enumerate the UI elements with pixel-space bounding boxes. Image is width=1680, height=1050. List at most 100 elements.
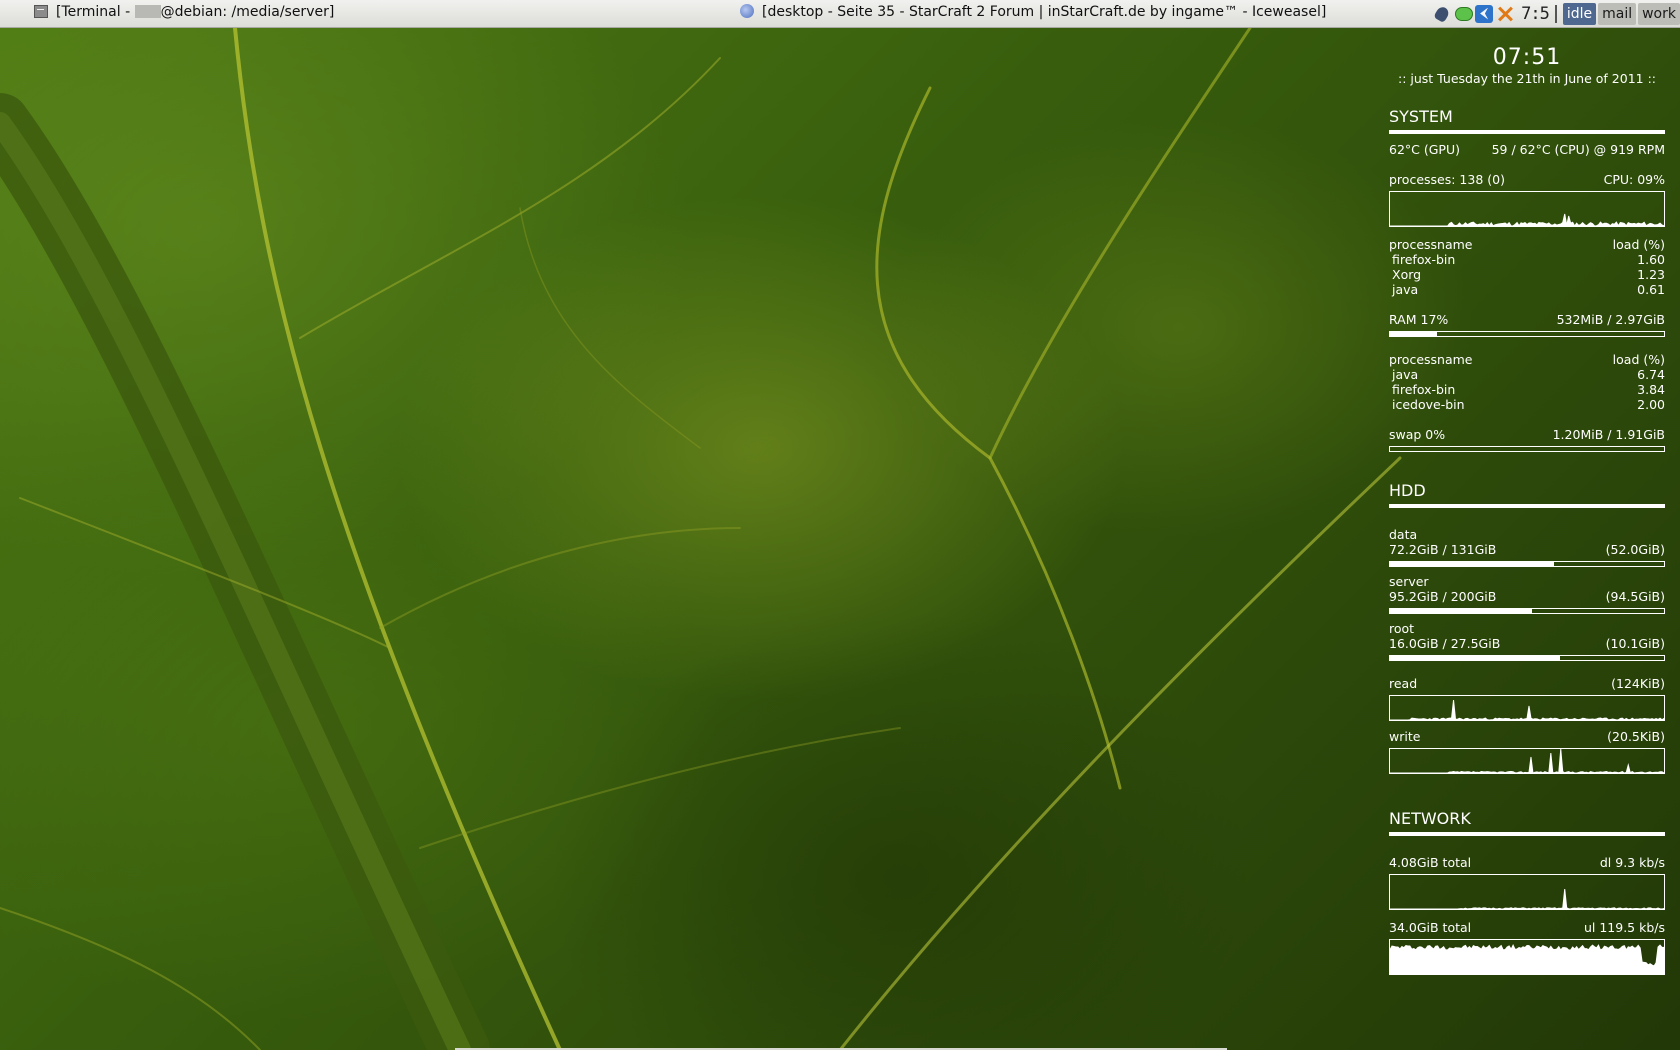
disk-usage: 16.0GiB / 27.5GiB (1389, 636, 1501, 651)
list-item: java 6.74 (1389, 367, 1665, 382)
wrench-icon[interactable] (1433, 5, 1451, 23)
disk-write-graph (1389, 748, 1665, 774)
tag-work[interactable]: work (1638, 2, 1680, 25)
monitor-date: :: just Tuesday the 21th in June of 2011… (1398, 71, 1656, 86)
redacted-username (134, 5, 161, 18)
disk-name: server (1389, 574, 1429, 589)
system-monitor: 07:51 :: just Tuesday the 21th in June o… (1389, 45, 1665, 975)
system-tray: 7:5 idle mail work (1433, 0, 1680, 27)
terminal-title-suffix: @debian: /media/server] (160, 4, 335, 20)
taskbar-item-terminal[interactable]: [Terminal - @debian: /media/server] (34, 0, 334, 27)
ram-label: RAM 17% (1389, 312, 1449, 327)
cpu-proc-header: processname load (%) (1389, 237, 1665, 252)
process-load: 2.00 (1637, 397, 1665, 412)
disk-usage: 95.2GiB / 200GiB (1389, 589, 1497, 604)
disk-data: data 72.2GiB / 131GiB (52.0GiB) (1389, 527, 1665, 567)
upload-rate: ul 119.5 kb/s (1583, 920, 1665, 935)
disk-bar-fill (1390, 609, 1533, 613)
tag-mail[interactable]: mail (1598, 2, 1637, 25)
section-rule (1389, 504, 1665, 508)
ram-value: 532MiB / 2.97GiB (1556, 312, 1665, 327)
cpu-graph (1389, 191, 1665, 227)
terminal-icon (34, 5, 48, 18)
mem-proc-header-name: processname (1389, 352, 1473, 367)
process-name: firefox-bin (1392, 252, 1456, 267)
browser-icon (740, 4, 754, 18)
upload-row: 34.0GiB total ul 119.5 kb/s (1389, 920, 1665, 935)
process-load: 6.74 (1637, 367, 1665, 382)
cpu-proc-header-load: load (%) (1612, 237, 1665, 252)
ram-row: RAM 17% 532MiB / 2.97GiB (1389, 312, 1665, 327)
process-load: 0.61 (1637, 282, 1665, 297)
list-item: icedove-bin 2.00 (1389, 397, 1665, 412)
disk-free: (10.1GiB) (1605, 636, 1665, 651)
cpu-proc-header-name: processname (1389, 237, 1473, 252)
upload-total: 34.0GiB total (1389, 920, 1472, 935)
section-title-network: NETWORK (1389, 809, 1471, 828)
tray-clock[interactable]: 7:5 (1521, 4, 1550, 24)
process-name: java (1392, 282, 1419, 297)
disk-read-graph (1389, 695, 1665, 721)
cross-icon[interactable] (1496, 5, 1514, 23)
process-count-row: processes: 138 (0) CPU: 09% (1389, 172, 1665, 187)
disk-free: (94.5GiB) (1605, 589, 1665, 604)
taskbar-item-browser[interactable]: [desktop - Seite 35 - StarCraft 2 Forum … (740, 0, 1326, 27)
terminal-title-prefix: [Terminal - (56, 4, 135, 20)
download-rate: dl 9.3 kb/s (1599, 855, 1665, 870)
process-name: firefox-bin (1392, 382, 1456, 397)
disk-bar-fill (1390, 562, 1555, 566)
download-total: 4.08GiB total (1389, 855, 1472, 870)
section-title-system: SYSTEM (1389, 107, 1453, 126)
disk-write-graph-line (1390, 749, 1664, 773)
process-count: processes: 138 (0) (1389, 172, 1505, 187)
mem-proc-header: processname load (%) (1389, 352, 1665, 367)
disk-name: data (1389, 527, 1418, 542)
disk-write-row: write (20.5KiB) (1389, 729, 1665, 744)
section-rule (1389, 832, 1665, 836)
ram-bar (1389, 331, 1665, 337)
upload-graph-line (1390, 943, 1664, 974)
process-load: 1.23 (1637, 267, 1665, 282)
section-rule (1389, 130, 1665, 134)
download-graph (1389, 874, 1665, 910)
upload-graph (1389, 939, 1665, 975)
swap-row: swap 0% 1.20MiB / 1.91GiB (1389, 427, 1665, 442)
cpu-usage: CPU: 09% (1603, 172, 1665, 187)
disk-name: root (1389, 621, 1415, 636)
list-item: firefox-bin 3.84 (1389, 382, 1665, 397)
thunderbird-icon[interactable] (1475, 4, 1494, 23)
disk-read-label: read (1389, 676, 1418, 691)
process-load: 3.84 (1637, 382, 1665, 397)
process-name: icedove-bin (1392, 397, 1465, 412)
list-item: Xorg 1.23 (1389, 267, 1665, 282)
process-name: java (1392, 367, 1419, 382)
swap-bar (1389, 446, 1665, 452)
mem-proc-header-load: load (%) (1612, 352, 1665, 367)
disk-write-label: write (1389, 729, 1421, 744)
ram-bar-fill (1390, 332, 1437, 336)
temperature-row: 62°C (GPU) 59 / 62°C (CPU) @ 919 RPM (1389, 142, 1665, 157)
tag-idle[interactable]: idle (1562, 2, 1597, 25)
disk-write-value: (20.5KiB) (1607, 729, 1665, 744)
disk-read-value: (124KiB) (1611, 676, 1665, 691)
chat-icon[interactable] (1454, 5, 1474, 23)
cpu-graph-line (1390, 213, 1664, 226)
process-load: 1.60 (1637, 252, 1665, 267)
download-row: 4.08GiB total dl 9.3 kb/s (1389, 855, 1665, 870)
cpu-temp: 59 / 62°C (CPU) @ 919 RPM (1491, 142, 1665, 157)
browser-title: [desktop - Seite 35 - StarCraft 2 Forum … (762, 4, 1327, 20)
tray-separator (1554, 4, 1557, 23)
list-item: firefox-bin 1.60 (1389, 252, 1665, 267)
list-item: java 0.61 (1389, 282, 1665, 297)
top-panel: [Terminal - @debian: /media/server] [des… (0, 0, 1680, 28)
disk-read-row: read (124KiB) (1389, 676, 1665, 691)
swap-label: swap 0% (1389, 427, 1446, 442)
disk-read-graph-line (1390, 699, 1664, 720)
section-title-hdd: HDD (1389, 481, 1426, 500)
disk-usage: 72.2GiB / 131GiB (1389, 542, 1497, 557)
download-graph-line (1390, 888, 1664, 909)
process-name: Xorg (1392, 267, 1422, 282)
disk-free: (52.0GiB) (1605, 542, 1665, 557)
gpu-temp: 62°C (GPU) (1389, 142, 1460, 157)
disk-bar-fill (1390, 656, 1560, 660)
